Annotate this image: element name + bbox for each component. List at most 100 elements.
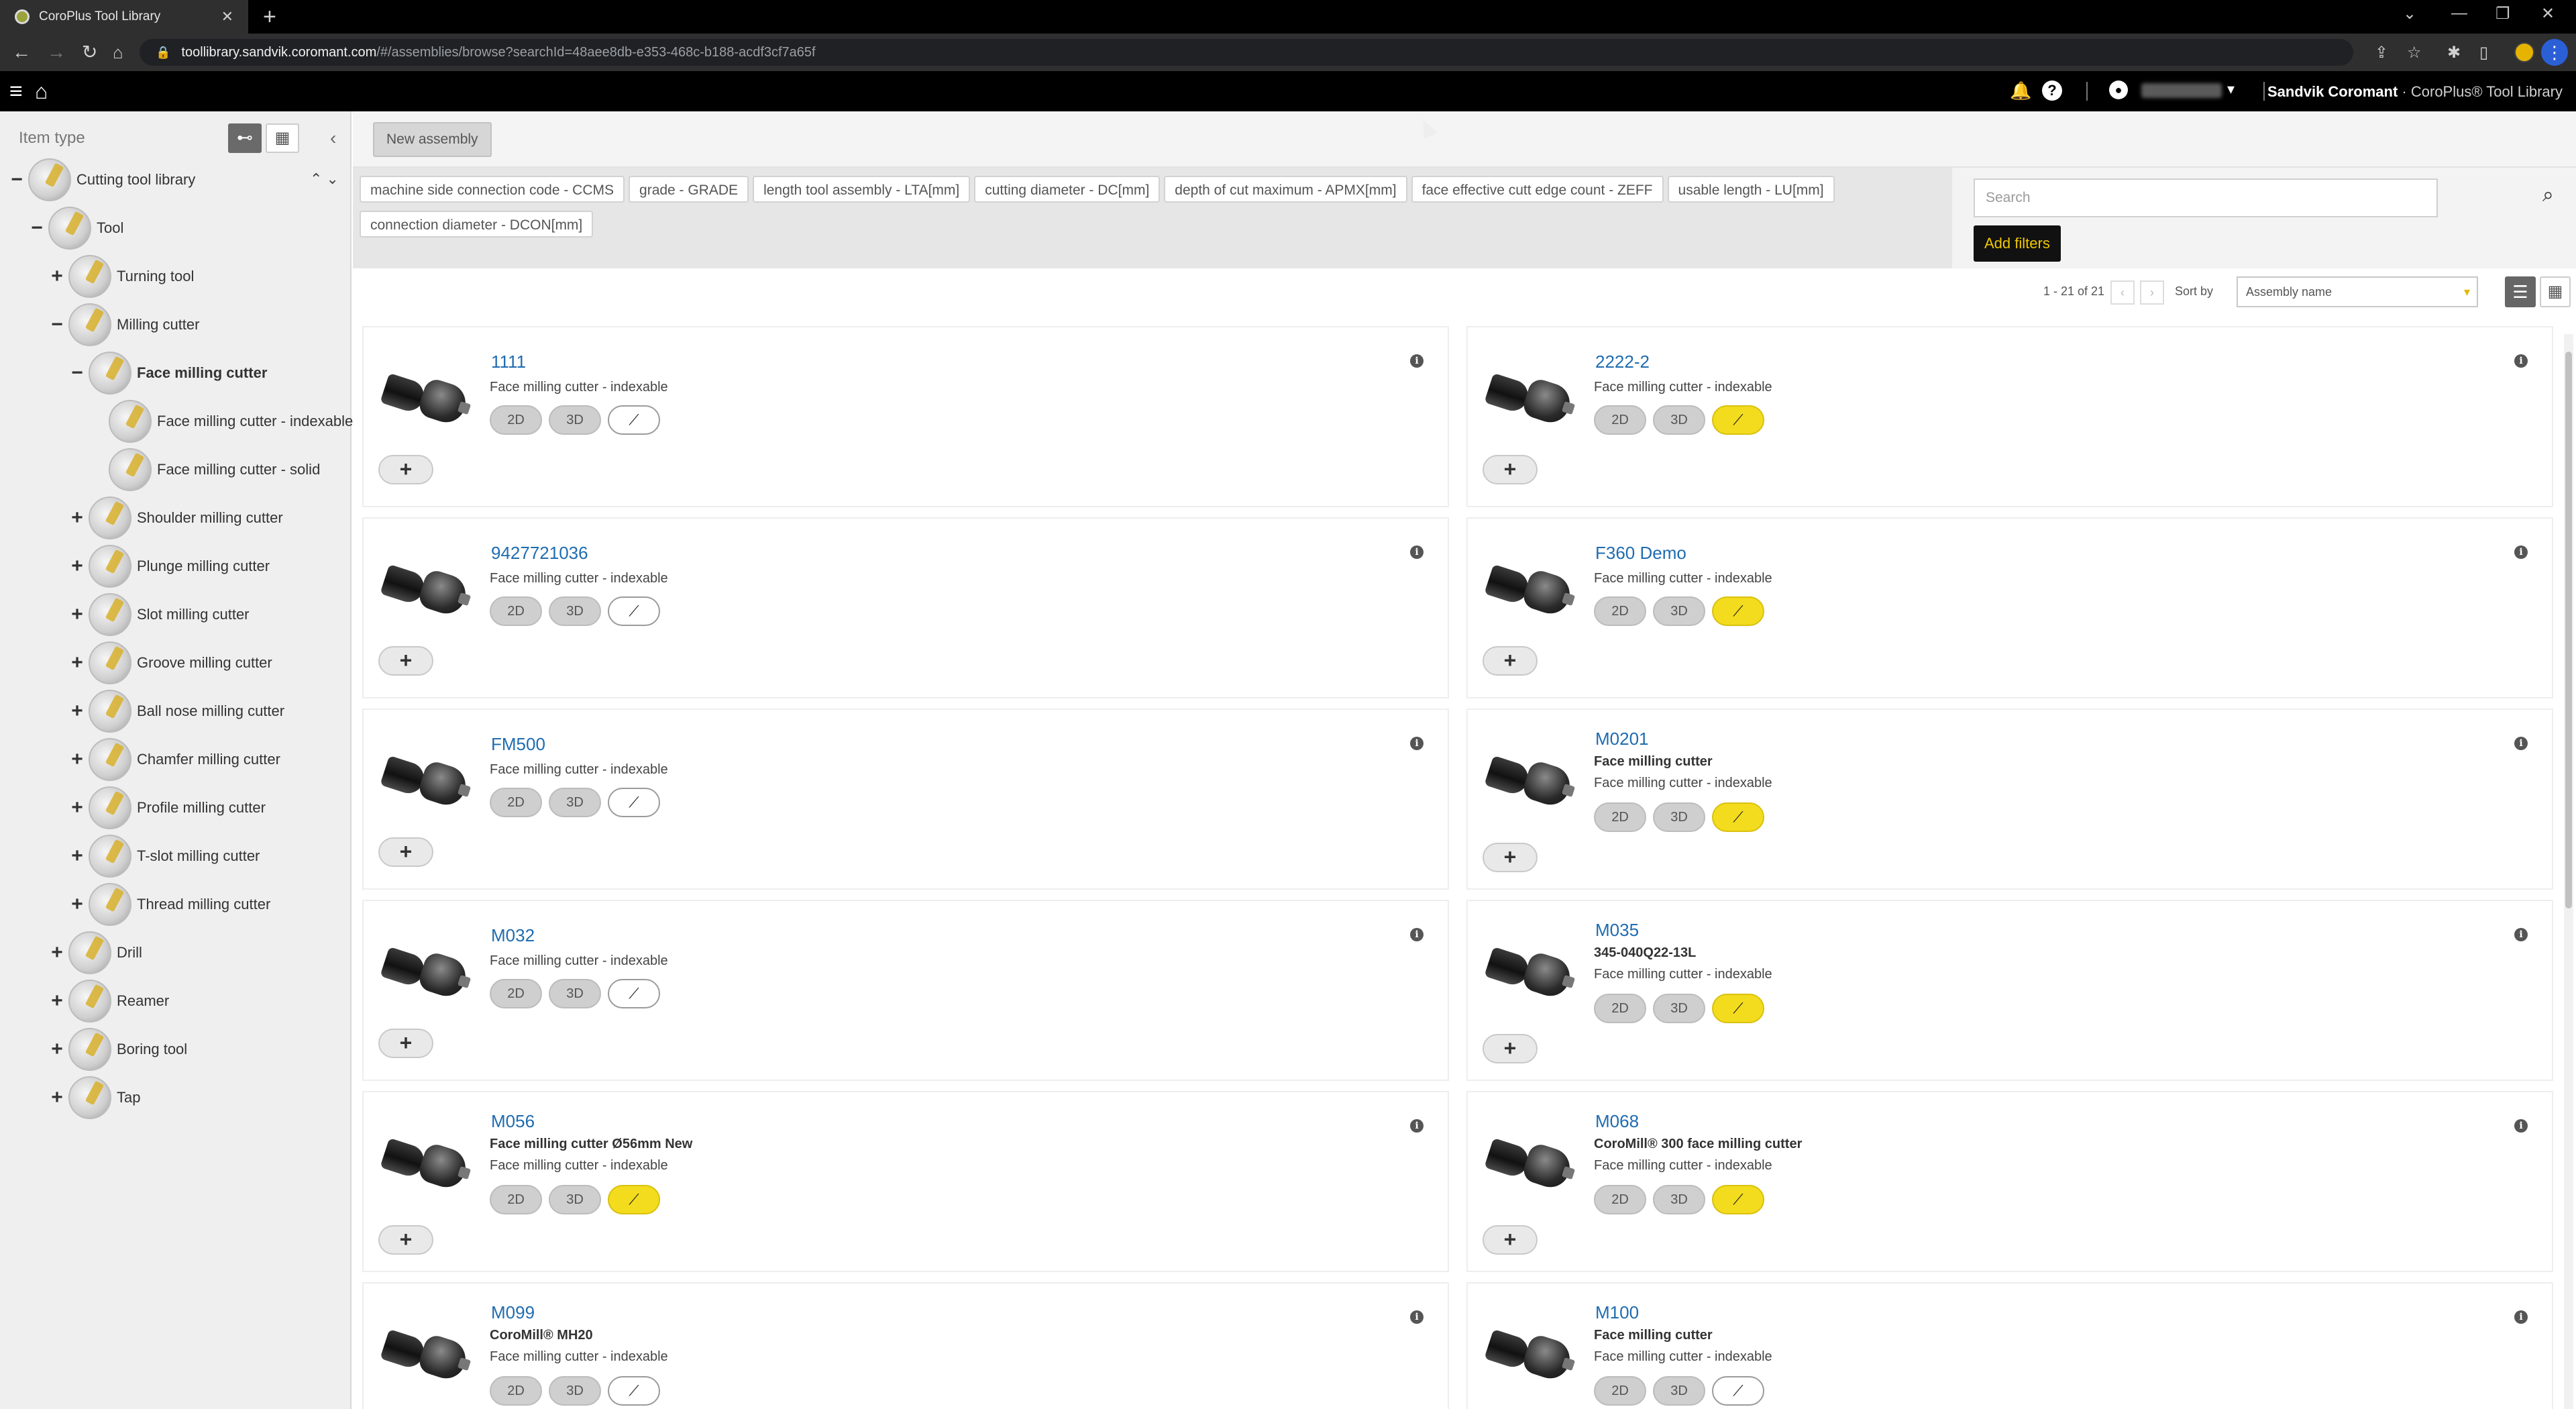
tree-item[interactable]: − Tool (27, 204, 123, 252)
tree-item[interactable]: Face milling cutter - solid (87, 446, 320, 494)
tab-search-icon[interactable]: ⌄ (2403, 4, 2416, 23)
tool-data-icon[interactable]: ⟋ (1712, 994, 1764, 1023)
2d-model-button[interactable]: 2D (490, 1185, 542, 1214)
2d-model-button[interactable]: 2D (490, 788, 542, 817)
tree-item[interactable]: − Cutting tool library ⌃⌄ (7, 156, 349, 204)
3d-model-button[interactable]: 3D (549, 1376, 601, 1406)
3d-model-button[interactable]: 3D (1653, 405, 1705, 435)
tool-assembly-image[interactable] (1484, 360, 1576, 427)
assembly-name-link[interactable]: M035 (1595, 920, 1639, 941)
assembly-name-link[interactable]: 2222-2 (1595, 352, 1650, 372)
tool-data-icon[interactable]: ⟋ (1712, 405, 1764, 435)
expand-icon[interactable]: + (67, 651, 87, 674)
expand-icon[interactable]: + (47, 990, 67, 1012)
expand-icon[interactable]: + (47, 265, 67, 288)
tree-item[interactable]: + Groove milling cutter (67, 639, 272, 687)
tool-assembly-image[interactable] (1484, 933, 1576, 1001)
browser-menu-icon[interactable]: ⋮ (2541, 39, 2568, 66)
filter-chip[interactable]: machine side connection code - CCMS (360, 176, 625, 203)
tree-item[interactable]: + Shoulder milling cutter (67, 494, 283, 542)
tree-item[interactable]: + Boring tool (47, 1025, 187, 1074)
assembly-name-link[interactable]: M056 (491, 1111, 535, 1132)
2d-model-button[interactable]: 2D (1594, 596, 1646, 626)
info-icon[interactable]: i (2514, 545, 2528, 559)
filter-chip[interactable]: grade - GRADE (629, 176, 749, 203)
add-to-list-button[interactable]: + (378, 1225, 433, 1255)
browser-tab[interactable]: CoroPlus Tool Library ✕ (0, 0, 248, 34)
bookmark-star-icon[interactable]: ☆ (2407, 43, 2422, 62)
2d-model-button[interactable]: 2D (1594, 802, 1646, 832)
list-view-button[interactable]: ☰ (2505, 276, 2536, 307)
add-to-list-button[interactable]: + (1483, 455, 1538, 484)
add-to-list-button[interactable]: + (1483, 1034, 1538, 1063)
add-filters-button[interactable]: Add filters (1974, 225, 2061, 262)
info-icon[interactable]: i (2514, 1310, 2528, 1324)
tool-assembly-image[interactable] (1484, 551, 1576, 619)
info-icon[interactable]: i (2514, 928, 2528, 941)
user-icon[interactable]: ● (2109, 81, 2128, 99)
3d-model-button[interactable]: 3D (549, 979, 601, 1008)
tree-item[interactable]: + Tap (47, 1074, 140, 1122)
info-icon[interactable]: i (1410, 1310, 1424, 1324)
add-to-list-button[interactable]: + (378, 646, 433, 676)
scrollbar-thumb[interactable] (2565, 352, 2572, 908)
expand-icon[interactable]: + (67, 893, 87, 916)
2d-model-button[interactable]: 2D (490, 405, 542, 435)
sidepanel-icon[interactable]: ▯ (2479, 43, 2488, 62)
expand-icon[interactable]: + (67, 507, 87, 529)
tree-item[interactable]: + T-slot milling cutter (67, 832, 260, 880)
search-icon[interactable]: ⌕ (2542, 184, 2554, 207)
tree-item[interactable]: + Thread milling cutter (67, 880, 270, 929)
info-icon[interactable]: i (1410, 545, 1424, 559)
tree-item[interactable]: Face milling cutter - indexable (87, 397, 353, 446)
2d-model-button[interactable]: 2D (1594, 1376, 1646, 1406)
filter-chip[interactable]: connection diameter - DCON[mm] (360, 211, 594, 238)
add-to-list-button[interactable]: + (1483, 646, 1538, 676)
hamburger-menu-icon[interactable]: ≡ (9, 78, 23, 105)
page-scrollbar[interactable] (2564, 334, 2573, 1409)
3d-model-button[interactable]: 3D (549, 596, 601, 626)
tool-assembly-image[interactable] (380, 742, 472, 810)
tool-data-icon[interactable]: ⟋ (608, 1185, 660, 1214)
tab-close-icon[interactable]: ✕ (221, 8, 233, 25)
assembly-name-link[interactable]: M0201 (1595, 729, 1649, 749)
help-icon[interactable]: ? (2042, 81, 2062, 101)
tree-item[interactable]: + Chamfer milling cutter (67, 735, 280, 784)
tool-data-icon[interactable]: ⟋ (1712, 596, 1764, 626)
3d-model-button[interactable]: 3D (549, 405, 601, 435)
tool-assembly-image[interactable] (380, 933, 472, 1001)
filter-chip[interactable]: length tool assembly - LTA[mm] (753, 176, 971, 203)
tree-item[interactable]: + Reamer (47, 977, 169, 1025)
expand-icon[interactable]: + (67, 603, 87, 626)
browser-home-icon[interactable]: ⌂ (113, 40, 123, 64)
assembly-name-link[interactable]: FM500 (491, 734, 545, 755)
search-input[interactable] (1974, 178, 2438, 217)
3d-model-button[interactable]: 3D (549, 788, 601, 817)
3d-model-button[interactable]: 3D (1653, 994, 1705, 1023)
2d-model-button[interactable]: 2D (1594, 994, 1646, 1023)
2d-model-button[interactable]: 2D (1594, 405, 1646, 435)
collapse-icon[interactable]: − (67, 362, 87, 384)
collapse-icon[interactable]: − (47, 313, 67, 336)
expand-collapse-all-icon[interactable]: ⌃⌄ (310, 170, 343, 188)
tool-data-icon[interactable]: ⟋ (608, 1376, 660, 1406)
window-close-icon[interactable]: ✕ (2541, 4, 2555, 23)
info-icon[interactable]: i (2514, 354, 2528, 368)
restore-icon[interactable]: ❐ (2496, 4, 2510, 23)
url-bar[interactable]: 🔒 toollibrary.sandvik.coromant.com/#/ass… (140, 39, 2353, 66)
tool-data-icon[interactable]: ⟋ (608, 788, 660, 817)
2d-model-button[interactable]: 2D (1594, 1185, 1646, 1214)
minimize-icon[interactable]: — (2451, 4, 2467, 23)
expand-icon[interactable]: + (67, 748, 87, 771)
info-icon[interactable]: i (1410, 354, 1424, 368)
tool-assembly-image[interactable] (380, 360, 472, 427)
info-icon[interactable]: i (2514, 737, 2528, 750)
3d-model-button[interactable]: 3D (1653, 802, 1705, 832)
tile-view-button[interactable]: ▦ (2540, 276, 2571, 307)
notification-bell-icon[interactable]: 🔔 (2010, 81, 2031, 101)
assembly-name-link[interactable]: 9427721036 (491, 543, 588, 564)
filter-chip[interactable]: face effective cutt edge count - ZEFF (1411, 176, 1664, 203)
sort-select[interactable]: Assembly name ▾ (2237, 276, 2478, 307)
assembly-name-link[interactable]: M099 (491, 1302, 535, 1323)
expand-icon[interactable]: + (67, 796, 87, 819)
